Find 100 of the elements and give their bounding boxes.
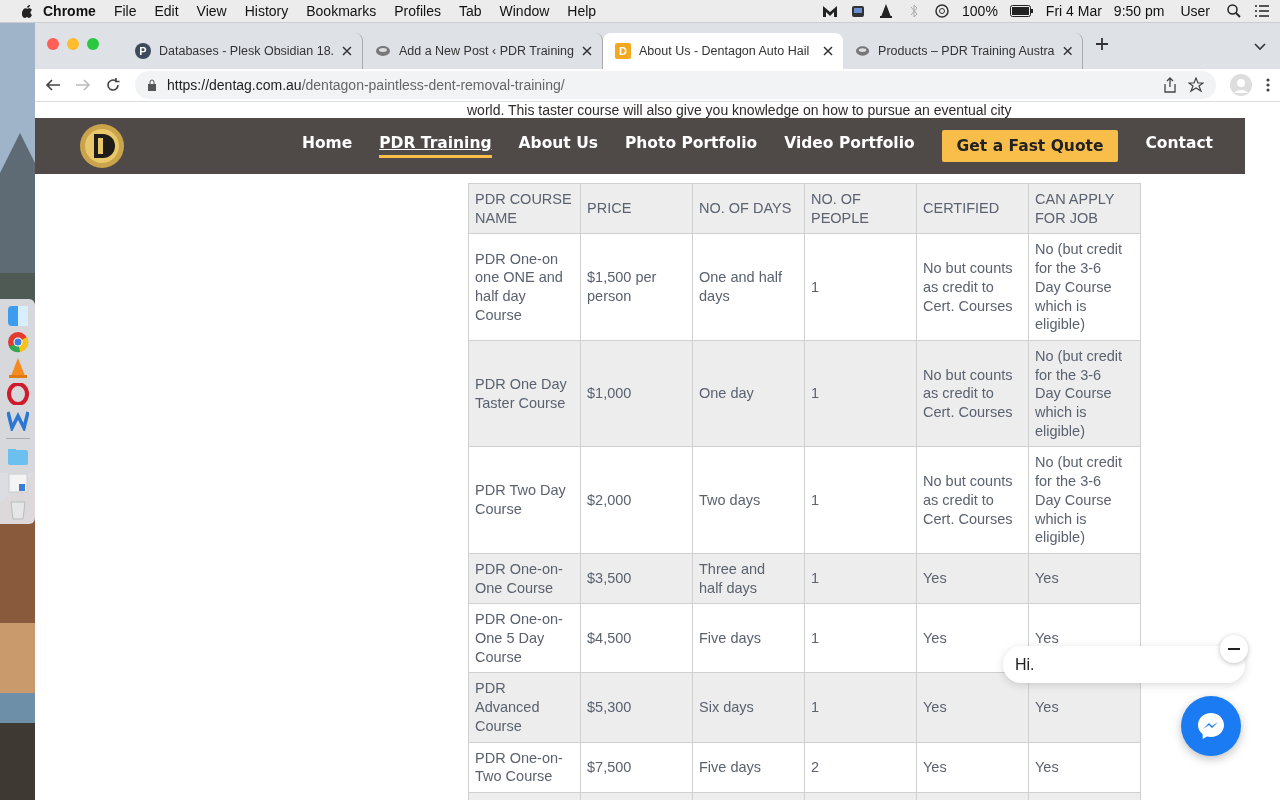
menu-time[interactable]: 9:50 pm — [1113, 3, 1165, 19]
logo-icon — [79, 123, 125, 169]
table-cell: $1,000 — [580, 340, 693, 447]
table-cell: PDR Two Day Course — [468, 446, 581, 554]
minus-icon — [1228, 648, 1240, 650]
close-button[interactable] — [47, 38, 59, 50]
tab-favicon: D — [615, 43, 631, 59]
table-cell: 1 — [804, 603, 917, 673]
table-cell: Three and half days — [692, 553, 805, 604]
forward-icon — [75, 77, 91, 93]
table-cell: Six days — [692, 672, 805, 743]
table-cell: PDR One Day Taster Course — [468, 340, 581, 447]
tab-favicon: P — [135, 43, 151, 59]
table-cell: 1 — [804, 233, 917, 341]
table-cell: Yes — [1028, 553, 1141, 604]
table-cell: No but counts as credit to Cert. Courses — [916, 446, 1029, 554]
share-icon — [1162, 77, 1178, 93]
document-icon[interactable] — [6, 472, 29, 494]
minimize-button[interactable] — [67, 38, 79, 50]
messenger-icon — [1195, 710, 1227, 742]
quote-button[interactable]: Get a Fast Quote — [941, 130, 1119, 162]
table-cell: Five days — [692, 742, 805, 793]
zoom-button[interactable] — [87, 38, 99, 50]
tab-title: About Us - Dentagon Auto Hail — [639, 44, 811, 58]
column-header: PRICE — [580, 183, 693, 234]
m-logo-icon — [822, 3, 839, 19]
list-icon — [1254, 3, 1270, 19]
table-cell: Yes — [1028, 742, 1141, 793]
menu-item[interactable]: Bookmarks — [297, 3, 386, 19]
table-cell: One and half days — [692, 233, 805, 341]
drive-icon — [850, 3, 867, 19]
browser-tab[interactable]: D About Us - Dentagon Auto Hail — [603, 33, 843, 69]
apple-icon — [20, 3, 34, 19]
table-cell: Yes — [916, 672, 1029, 743]
star-icon — [1188, 77, 1204, 93]
menu-item[interactable]: Chrome — [34, 3, 105, 19]
table-cell: No (but credit for the 3-6 Day Course which is eligible) — [1028, 233, 1141, 341]
nav-link[interactable]: Video Portfolio — [784, 134, 915, 158]
table-cell: PDR One-on-One Course — [468, 553, 581, 604]
search-icon — [1226, 3, 1242, 19]
menu-item[interactable]: File — [104, 3, 146, 19]
lock-icon — [147, 79, 157, 91]
table-cell: PDR One-on-Two Course — [468, 742, 581, 793]
menu-item[interactable]: Profiles — [385, 3, 450, 19]
column-header: CERTIFIED — [916, 183, 1029, 234]
close-icon — [342, 46, 352, 56]
table-cell: Yes — [916, 742, 1029, 793]
tab-title: Databases - Plesk Obsidian 18. — [159, 44, 335, 58]
nav-link[interactable]: Home — [301, 134, 353, 158]
column-header: PDR COURSE NAME — [468, 183, 581, 234]
menu-item[interactable]: Edit — [145, 3, 188, 19]
sync-icon — [934, 3, 951, 19]
table-cell: 1 — [804, 446, 917, 554]
cone-icon[interactable] — [6, 357, 29, 379]
menu-date[interactable]: Fri 4 Mar — [1045, 3, 1102, 19]
table-cell: $7,500 — [580, 742, 693, 793]
car-icon — [855, 43, 871, 59]
table-cell: $5,300 — [580, 672, 693, 743]
table-cell: PDR One-on one ONE and half day Course — [468, 233, 581, 341]
table-cell: One day — [692, 340, 805, 447]
menu-item[interactable]: Help — [558, 3, 606, 19]
table-cell: No (but credit for the 3-6 Day Course which is eligible) — [1028, 446, 1141, 554]
intro-text: world. This taster course will also give you knowledge on how to pursue an eventual city — [467, 102, 1012, 118]
table-cell: 1 — [804, 672, 917, 743]
menu-item[interactable]: Tab — [449, 3, 491, 19]
minimize-chat-button[interactable] — [1220, 635, 1248, 663]
nav-link[interactable]: PDR Training — [379, 134, 492, 158]
nav-link[interactable]: Photo Portfolio — [624, 134, 758, 158]
plus-icon — [1095, 37, 1109, 51]
menu-item[interactable]: View — [187, 3, 236, 19]
user-menu[interactable]: User — [1176, 3, 1214, 19]
address-bar[interactable]: https://dentag.com.au/dentagon-paintless-dent-removal-training/ — [135, 71, 1216, 99]
word-icon[interactable] — [6, 409, 29, 431]
nav-link[interactable]: Contact — [1145, 134, 1213, 158]
messenger-button[interactable] — [1181, 696, 1241, 756]
nav-link[interactable]: About Us — [518, 134, 598, 158]
table-cell: No but counts as credit to Cert. Courses — [916, 233, 1029, 341]
close-icon — [823, 46, 833, 56]
menu-item[interactable]: Window — [490, 3, 559, 19]
table-cell: PDR Advanced Course — [468, 672, 581, 743]
table-cell: $2,000 — [580, 446, 693, 554]
tab-title: Products – PDR Training Austra — [878, 44, 1055, 58]
table-cell: Two days — [692, 446, 805, 554]
url-text: https://dentag.com.au/dentagon-paintless-dent-removal-training/ — [167, 77, 566, 93]
back-icon — [45, 77, 61, 93]
menu-item[interactable]: History — [235, 3, 298, 19]
close-icon — [582, 46, 592, 56]
tab-title: Add a New Post ‹ PDR Training — [398, 44, 575, 58]
chrome-icon[interactable] — [6, 331, 29, 353]
reload-icon — [105, 77, 121, 93]
table-cell: 1 — [804, 340, 917, 447]
table-cell: 1 — [804, 553, 917, 604]
finder-icon[interactable] — [6, 305, 29, 327]
column-header: NO. OF PEOPLE — [804, 183, 917, 234]
car-icon — [375, 43, 391, 59]
table-cell: No (but credit for the 3-6 Day Course which is eligible) — [1028, 340, 1141, 447]
opera-icon[interactable] — [6, 383, 29, 405]
chat-bubble[interactable]: Hi. — [1003, 646, 1245, 683]
table-cell: No but counts as credit to Cert. Courses — [916, 340, 1029, 447]
table-cell: $4,500 — [580, 603, 693, 673]
